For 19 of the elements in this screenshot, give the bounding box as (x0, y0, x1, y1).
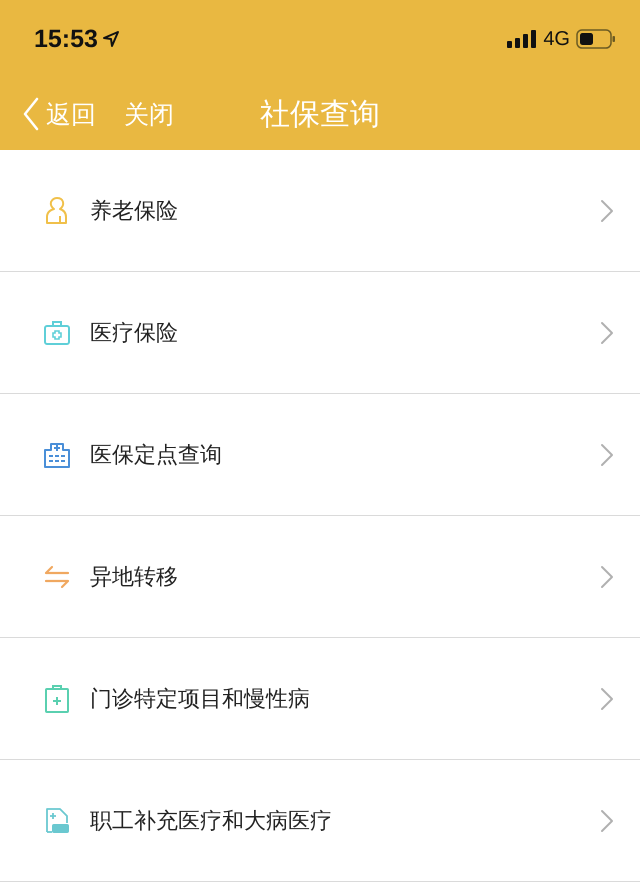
chevron-right-icon (600, 686, 614, 710)
chevron-right-icon (600, 442, 614, 466)
battery-icon (576, 29, 616, 49)
page-title: 社保查询 (260, 96, 380, 134)
location-arrow-icon (102, 30, 120, 48)
chevron-right-icon (600, 320, 614, 344)
chevron-right-icon (600, 198, 614, 222)
chevron-right-icon (600, 564, 614, 588)
menu-item-label: 异地转移 (90, 564, 179, 592)
menu-item-label: 养老保险 (90, 198, 179, 226)
menu-item-label: 门诊特定项目和慢性病 (90, 686, 311, 714)
back-chevron-icon (22, 97, 40, 131)
chevron-right-icon (600, 808, 614, 832)
signal-icon (507, 30, 538, 48)
menu-item-label: 职工补充医疗和大病医疗 (90, 808, 333, 836)
menu-item-label: 医保定点查询 (90, 442, 223, 470)
status-time: 15:53 (34, 24, 98, 54)
menu-item-label: 医疗保险 (90, 320, 179, 348)
network-type: 4G (543, 28, 570, 50)
